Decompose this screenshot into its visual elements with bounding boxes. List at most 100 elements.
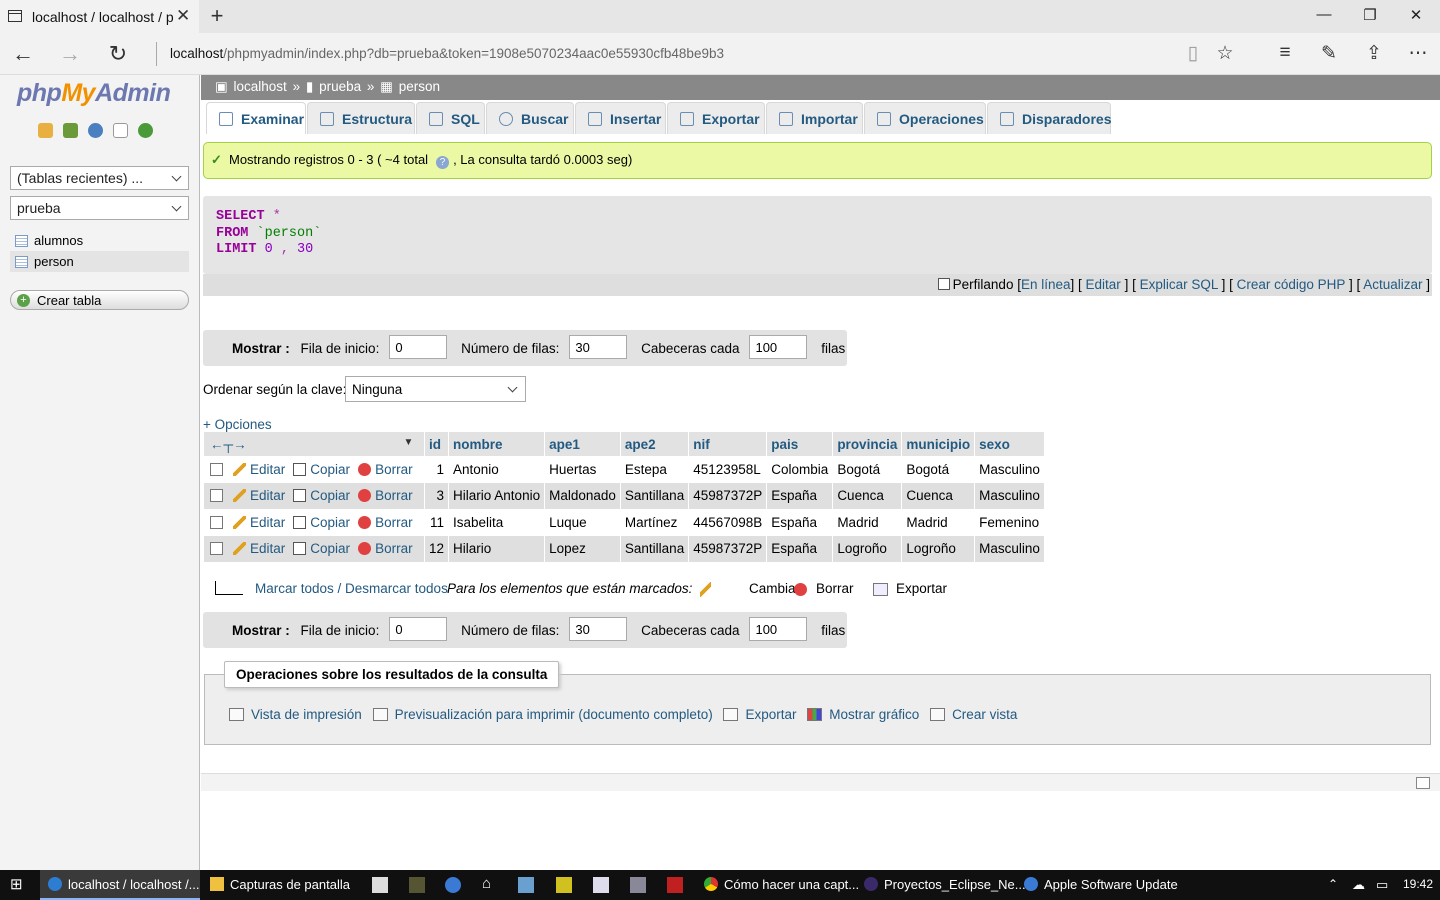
cloud-icon[interactable]: ☁ xyxy=(1352,877,1368,893)
column-header-pais[interactable]: pais xyxy=(766,432,833,456)
export-link[interactable]: Exportar xyxy=(745,707,796,722)
database-select[interactable]: prueba xyxy=(10,196,189,220)
headers-every-input[interactable]: 100 xyxy=(749,335,808,359)
create-php-link[interactable]: Crear código PHP xyxy=(1237,277,1346,292)
url-field[interactable]: localhost/phpmyadmin/index.php?db=prueba… xyxy=(170,46,724,61)
close-window-icon[interactable]: ✕ xyxy=(1406,6,1426,24)
refresh-icon[interactable]: ↻ xyxy=(105,41,131,67)
copy-link[interactable]: Copiar xyxy=(310,541,350,556)
print-full-link[interactable]: Previsualización para imprimir (document… xyxy=(395,707,713,722)
restore-icon[interactable]: ❐ xyxy=(1360,6,1380,24)
cell-municipio[interactable]: Madrid xyxy=(901,509,975,536)
flash-icon[interactable] xyxy=(667,877,683,893)
breadcrumb-server[interactable]: localhost xyxy=(234,79,287,94)
web-note-icon[interactable]: ✎ xyxy=(1317,42,1341,65)
start-row-input[interactable]: 0 xyxy=(389,335,448,359)
column-header-municipio[interactable]: municipio xyxy=(901,432,975,456)
reload-icon[interactable] xyxy=(138,123,153,138)
breadcrumb-table[interactable]: person xyxy=(399,79,440,94)
home-icon[interactable] xyxy=(38,123,53,138)
profiling-checkbox[interactable] xyxy=(937,278,950,290)
network-tray-icon[interactable]: ▭ xyxy=(1376,877,1392,893)
cell-nombre[interactable]: Hilario Antonio xyxy=(448,482,545,509)
reading-view-icon[interactable]: ▯ xyxy=(1181,42,1205,65)
filezilla-icon[interactable] xyxy=(556,877,572,893)
cell-pais[interactable]: Colombia xyxy=(766,456,833,483)
favorite-star-icon[interactable]: ☆ xyxy=(1213,42,1237,65)
cell-nif[interactable]: 45987372P xyxy=(688,535,767,562)
options-link[interactable]: + Opciones xyxy=(203,417,272,432)
tab-importar[interactable]: Importar xyxy=(766,102,863,134)
cell-ape2[interactable]: Santillana xyxy=(619,535,689,562)
tab-estructura[interactable]: Estructura xyxy=(307,102,415,134)
column-header-sexo[interactable]: sexo xyxy=(974,432,1044,456)
taskbar-item-folder[interactable]: Capturas de pantalla xyxy=(204,870,364,900)
back-icon[interactable]: ← xyxy=(10,41,36,67)
cell-municipio[interactable]: Bogotá xyxy=(901,456,975,483)
cell-nif[interactable]: 45123958L xyxy=(688,456,767,483)
tab-buscar[interactable]: Buscar xyxy=(486,102,574,134)
column-header-ape1[interactable]: ape1 xyxy=(544,432,621,456)
create-table-button[interactable]: + Crear tabla xyxy=(10,290,189,310)
delete-button[interactable]: Borrar xyxy=(816,581,854,596)
cell-nombre[interactable]: Isabelita xyxy=(448,509,545,536)
tab-disparadores[interactable]: Disparadores xyxy=(987,102,1111,134)
help-icon[interactable] xyxy=(88,123,103,138)
hub-icon[interactable]: ≡ xyxy=(1273,42,1297,64)
cell-ape2[interactable]: Estepa xyxy=(619,456,689,483)
rows-count-input[interactable]: 30 xyxy=(569,335,628,359)
refresh-link[interactable]: Actualizar xyxy=(1363,277,1422,292)
cell-id[interactable]: 3 xyxy=(423,482,449,509)
share-icon[interactable]: ⇪ xyxy=(1362,42,1386,65)
column-controls-header[interactable]: ←┬→ ▼ xyxy=(203,432,425,456)
cell-nombre[interactable]: Hilario xyxy=(448,535,545,562)
cell-ape1[interactable]: Huertas xyxy=(544,456,621,483)
cell-provincia[interactable]: Logroño xyxy=(832,535,902,562)
minimize-icon[interactable]: — xyxy=(1314,6,1334,23)
copy-link[interactable]: Copiar xyxy=(310,462,350,477)
inline-edit-link[interactable]: En línea xyxy=(1021,277,1071,292)
tab-operaciones[interactable]: Operaciones xyxy=(864,102,986,134)
cell-pais[interactable]: España xyxy=(766,482,833,509)
cell-id[interactable]: 11 xyxy=(423,509,449,536)
column-header-id[interactable]: id xyxy=(423,432,449,456)
tab-exportar[interactable]: Exportar xyxy=(667,102,765,134)
print-view-link[interactable]: Vista de impresión xyxy=(251,707,362,722)
column-header-nif[interactable]: nif xyxy=(688,432,767,456)
cell-ape1[interactable]: Lopez xyxy=(544,535,621,562)
fireworks-icon[interactable] xyxy=(409,877,425,893)
taskbar-item-eclipse[interactable]: Proyectos_Eclipse_Ne... xyxy=(858,870,1026,900)
delete-link[interactable]: Borrar xyxy=(375,488,413,503)
row-checkbox[interactable] xyxy=(210,515,223,529)
change-button[interactable]: Cambiar xyxy=(749,581,800,596)
phpmyadmin-logo[interactable]: phpMyAdmin xyxy=(17,79,171,108)
taskbar-item-apple-update[interactable]: Apple Software Update xyxy=(1018,870,1178,900)
cell-sexo[interactable]: Masculino xyxy=(974,535,1044,562)
ie-icon[interactable] xyxy=(445,877,461,893)
store-icon[interactable] xyxy=(372,877,388,893)
rows-count-input[interactable]: 30 xyxy=(569,617,628,641)
more-icon[interactable]: ⋯ xyxy=(1406,42,1430,65)
windows-start-icon[interactable]: ⊞ xyxy=(10,875,26,893)
show-chart-link[interactable]: Mostrar gráfico xyxy=(829,707,919,722)
cell-provincia[interactable]: Madrid xyxy=(832,509,902,536)
check-all-link[interactable]: Marcar todos / Desmarcar todos xyxy=(255,581,448,596)
cell-municipio[interactable]: Logroño xyxy=(901,535,975,562)
edit-link[interactable]: Editar xyxy=(250,488,285,503)
export-button[interactable]: Exportar xyxy=(896,581,947,596)
clock[interactable]: 19:42 xyxy=(1403,877,1433,891)
row-checkbox[interactable] xyxy=(210,542,223,556)
console-icon[interactable] xyxy=(1416,777,1430,789)
cell-sexo[interactable]: Masculino xyxy=(974,482,1044,509)
copy-link[interactable]: Copiar xyxy=(310,488,350,503)
cell-ape2[interactable]: Martínez xyxy=(619,509,689,536)
explain-sql-link[interactable]: Explicar SQL xyxy=(1140,277,1218,292)
cell-ape1[interactable]: Luque xyxy=(544,509,621,536)
headers-every-input[interactable]: 100 xyxy=(749,617,808,641)
taskbar-item-chrome[interactable]: Cómo hacer una capt... xyxy=(698,870,859,900)
edit-link[interactable]: Editar xyxy=(250,541,285,556)
forward-icon[interactable]: → xyxy=(57,41,83,67)
cell-id[interactable]: 1 xyxy=(423,456,449,483)
cell-nif[interactable]: 44567098B xyxy=(688,509,767,536)
docs-icon[interactable] xyxy=(113,123,128,138)
